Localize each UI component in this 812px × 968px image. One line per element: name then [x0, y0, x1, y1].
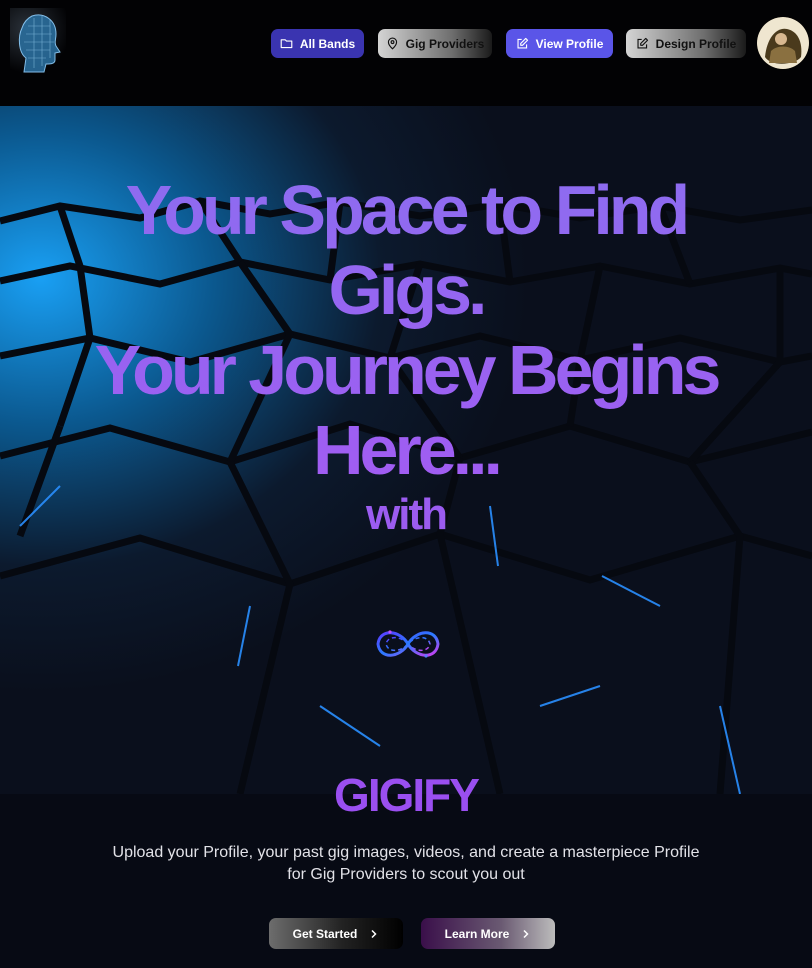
- nav-gig-providers-label: Gig Providers: [405, 36, 485, 51]
- chevron-right-icon: [371, 929, 377, 938]
- hero-headline: Your Space to Find Gigs. Your Journey Be…: [0, 170, 812, 490]
- nav-view-profile-button[interactable]: View Profile: [506, 29, 613, 58]
- chevron-right-icon: [523, 929, 529, 938]
- brand-name: GIGIFY: [334, 769, 480, 821]
- learn-more-button[interactable]: Learn More: [421, 918, 555, 949]
- headline-line: Your Journey Begins: [94, 331, 718, 409]
- nav-design-profile-button[interactable]: Design Profile: [626, 29, 746, 58]
- headline-line: Your Space to Find: [125, 171, 687, 249]
- nav-all-bands-button[interactable]: All Bands: [271, 29, 364, 58]
- edit-icon: [637, 37, 648, 49]
- edit-icon: [517, 37, 528, 49]
- get-started-button[interactable]: Get Started: [269, 918, 403, 949]
- with-label: with: [366, 490, 448, 539]
- headline-line: Here...: [313, 411, 499, 489]
- top-navbar: All Bands Gig Providers View Profile Des…: [0, 0, 812, 106]
- user-avatar[interactable]: [757, 17, 809, 69]
- map-pin-icon: [387, 37, 397, 50]
- nav-view-profile-label: View Profile: [535, 36, 604, 51]
- nav-gig-providers-button[interactable]: Gig Providers: [378, 29, 492, 58]
- headline-line: Gigs.: [328, 251, 484, 329]
- nav-design-profile-label: Design Profile: [655, 36, 737, 51]
- get-started-label: Get Started: [292, 926, 358, 941]
- nav-all-bands-label: All Bands: [299, 36, 356, 51]
- infinity-logo-icon: [376, 630, 440, 658]
- head-logo-icon[interactable]: [10, 8, 66, 78]
- hero-section: Your Space to Find Gigs. Your Journey Be…: [0, 106, 812, 794]
- learn-more-label: Learn More: [444, 926, 510, 941]
- folder-icon: [280, 39, 293, 49]
- hero-description: Upload your Profile, your past gig image…: [112, 844, 700, 883]
